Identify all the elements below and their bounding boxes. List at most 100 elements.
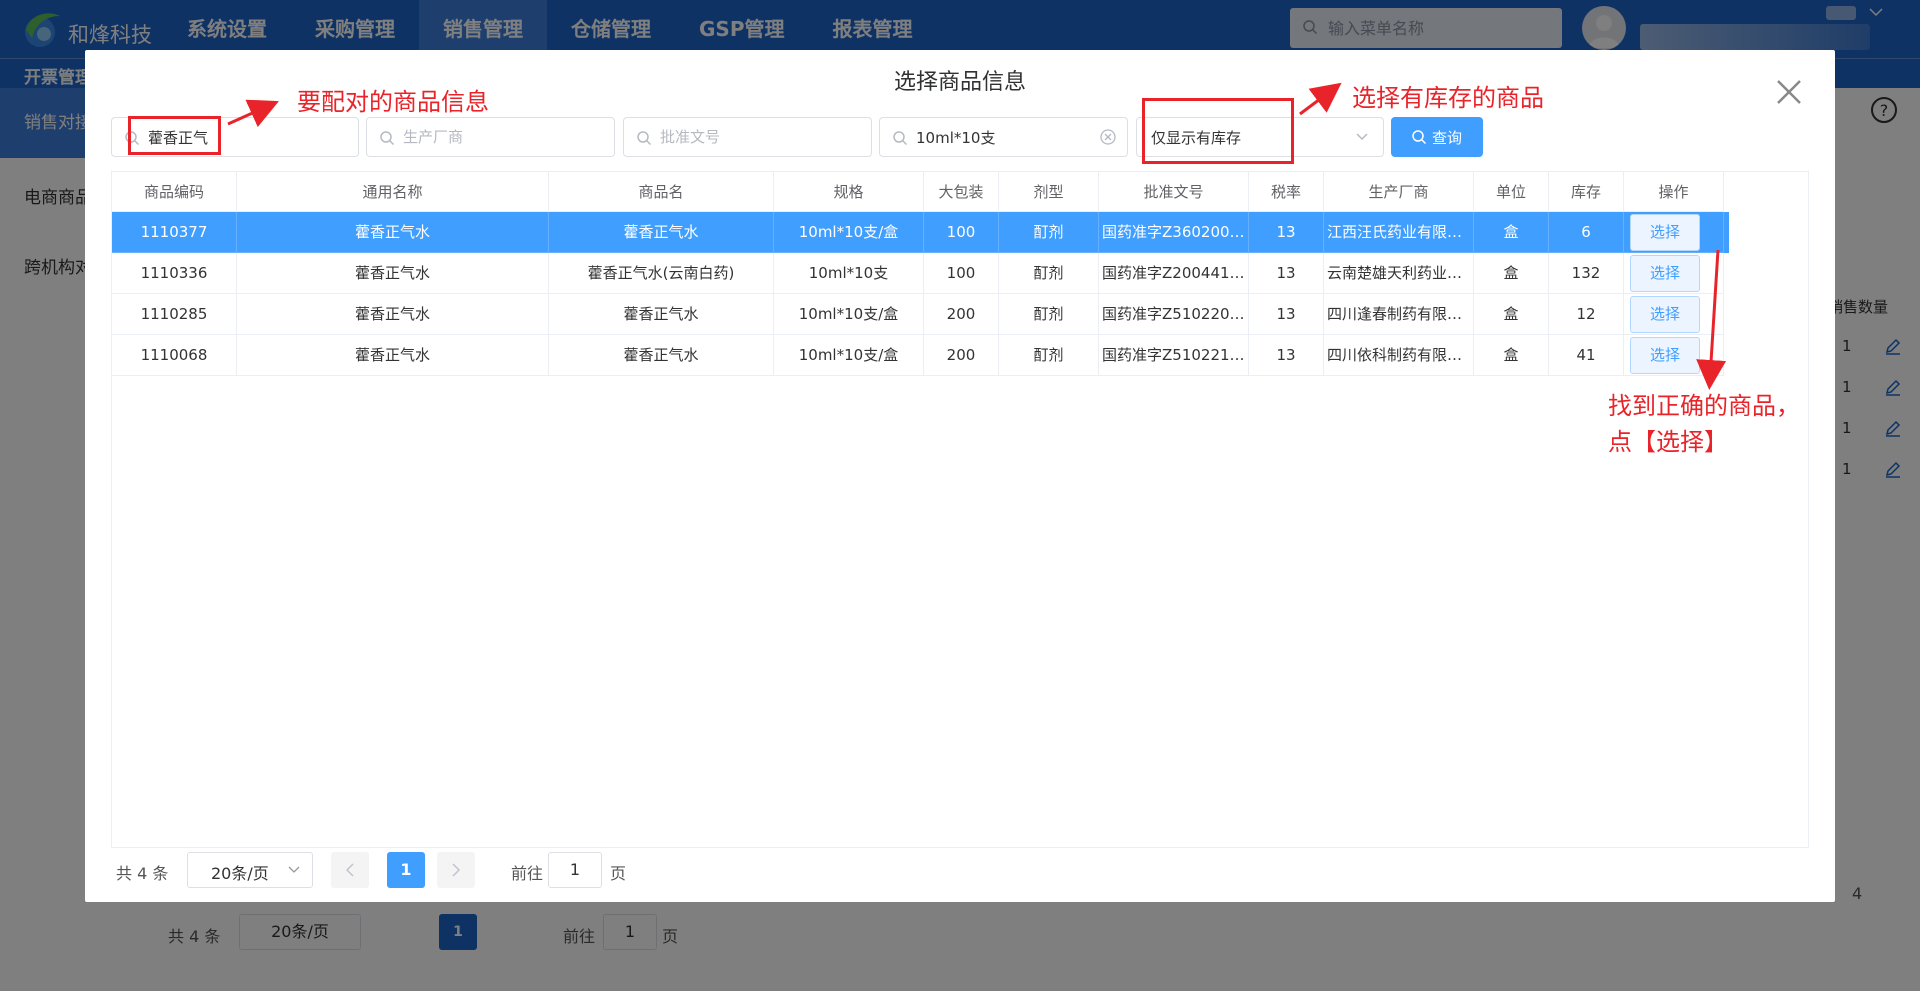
annotation-stock-tip: 选择有库存的商品: [1352, 84, 1544, 112]
cell-stock: 132: [1549, 253, 1624, 294]
cell-approval-number: 国药准字Z20044103: [1099, 253, 1249, 294]
pager-page-1[interactable]: 1: [387, 852, 425, 888]
select-button[interactable]: 选择: [1630, 214, 1700, 251]
table-row[interactable]: 1110336 藿香正气水 藿香正气水(云南白药) 10ml*10支 100 酊…: [112, 253, 1729, 294]
cell-action: 选择: [1624, 253, 1724, 294]
cell-manufacturer: 四川逢春制药有限公...: [1324, 294, 1474, 335]
col-stock: 库存: [1549, 172, 1624, 212]
select-button[interactable]: 选择: [1630, 255, 1700, 292]
cell-product-name: 藿香正气水: [549, 335, 774, 376]
col-approval-number: 批准文号: [1099, 172, 1249, 212]
cell-package: 200: [924, 294, 999, 335]
cell-stock: 12: [1549, 294, 1624, 335]
annotation-select-tip-2: 点【选择】: [1608, 428, 1728, 456]
cell-generic-name: 藿香正气水: [237, 212, 549, 253]
col-spec: 规格: [774, 172, 924, 212]
query-button-label: 查询: [1432, 129, 1463, 147]
annotation-box-stock: [1142, 98, 1294, 164]
cell-dosage-form: 酊剂: [999, 212, 1099, 253]
query-button[interactable]: 查询: [1391, 117, 1483, 157]
cell-action: 选择: [1624, 212, 1724, 253]
clear-icon[interactable]: [1099, 128, 1117, 146]
pager-size-value: 20条/页: [211, 864, 269, 883]
cell-unit: 盒: [1474, 212, 1549, 253]
select-button[interactable]: 选择: [1630, 337, 1700, 374]
col-product-code: 商品编码: [112, 172, 237, 212]
col-generic-name: 通用名称: [237, 172, 549, 212]
table-row[interactable]: 1110285 藿香正气水 藿香正气水 10ml*10支/盒 200 酊剂 国药…: [112, 294, 1729, 335]
cell-spec: 10ml*10支: [774, 253, 924, 294]
manufacturer-field: [366, 117, 615, 157]
search-icon: [380, 131, 395, 146]
approval-number-field: [623, 117, 872, 157]
col-product-name: 商品名: [549, 172, 774, 212]
cell-stock: 41: [1549, 335, 1624, 376]
search-icon: [1412, 130, 1427, 145]
table-row[interactable]: 1110377 藿香正气水 藿香正气水 10ml*10支/盒 100 酊剂 国药…: [112, 212, 1729, 253]
annotation-select-tip-1: 找到正确的商品，: [1608, 392, 1800, 420]
cell-dosage-form: 酊剂: [999, 335, 1099, 376]
pager-prev-button[interactable]: [331, 852, 369, 888]
cell-product-name: 藿香正气水: [549, 212, 774, 253]
col-package: 大包装: [924, 172, 999, 212]
spec-input[interactable]: [916, 118, 1086, 156]
pager-goto-unit: 页: [610, 864, 627, 883]
table-row[interactable]: 1110068 藿香正气水 藿香正气水 10ml*10支/盒 200 酊剂 国药…: [112, 335, 1729, 376]
pager-goto-label: 前往: [511, 864, 544, 883]
cell-approval-number: 国药准字Z51022126: [1099, 335, 1249, 376]
cell-product-name: 藿香正气水(云南白药): [549, 253, 774, 294]
annotation-box-name: [128, 116, 221, 155]
search-icon: [893, 131, 908, 146]
cell-package: 100: [924, 212, 999, 253]
cell-manufacturer: 云南楚雄天利药业有...: [1324, 253, 1474, 294]
cell-unit: 盒: [1474, 335, 1549, 376]
cell-product-code: 1110068: [112, 335, 237, 376]
cell-stock: 6: [1549, 212, 1624, 253]
cell-tax-rate: 13: [1249, 294, 1324, 335]
cell-tax-rate: 13: [1249, 253, 1324, 294]
manufacturer-input[interactable]: [403, 118, 603, 156]
spec-field: [879, 117, 1128, 157]
close-icon[interactable]: [1775, 78, 1803, 106]
table-header: 商品编码 通用名称 商品名 规格 大包装 剂型 批准文号 税率 生产厂商 单位 …: [112, 172, 1829, 212]
cell-action: 选择: [1624, 335, 1724, 376]
col-dosage-form: 剂型: [999, 172, 1099, 212]
select-button[interactable]: 选择: [1630, 296, 1700, 333]
col-unit: 单位: [1474, 172, 1549, 212]
cell-spec: 10ml*10支/盒: [774, 294, 924, 335]
cell-action: 选择: [1624, 294, 1724, 335]
cell-dosage-form: 酊剂: [999, 294, 1099, 335]
cell-unit: 盒: [1474, 253, 1549, 294]
cell-product-name: 藿香正气水: [549, 294, 774, 335]
col-tax-rate: 税率: [1249, 172, 1324, 212]
cell-approval-number: 国药准字Z51022052: [1099, 294, 1249, 335]
cell-package: 200: [924, 335, 999, 376]
cell-tax-rate: 13: [1249, 212, 1324, 253]
pager-goto-input[interactable]: 1: [548, 852, 602, 888]
pager-size-select[interactable]: 20条/页: [187, 852, 313, 888]
cell-approval-number: 国药准字Z36020055: [1099, 212, 1249, 253]
cell-product-code: 1110336: [112, 253, 237, 294]
chevron-left-icon: [345, 863, 354, 877]
cell-manufacturer: 江西汪氏药业有限公...: [1324, 212, 1474, 253]
cell-generic-name: 藿香正气水: [237, 253, 549, 294]
cell-generic-name: 藿香正气水: [237, 294, 549, 335]
cell-dosage-form: 酊剂: [999, 253, 1099, 294]
product-table: 商品编码 通用名称 商品名 规格 大包装 剂型 批准文号 税率 生产厂商 单位 …: [111, 171, 1809, 848]
cell-product-code: 1110377: [112, 212, 237, 253]
cell-spec: 10ml*10支/盒: [774, 335, 924, 376]
pager-next-button[interactable]: [437, 852, 475, 888]
select-product-dialog: 选择商品信息 仅显示有库存 查询 商品编码 通用名称 商品名 规格 大包装 剂型: [85, 50, 1835, 902]
cell-spec: 10ml*10支/盒: [774, 212, 924, 253]
col-action: 操作: [1624, 172, 1724, 212]
approval-number-input[interactable]: [660, 118, 860, 156]
cell-product-code: 1110285: [112, 294, 237, 335]
pager-total: 共 4 条: [116, 864, 169, 883]
chevron-down-icon: [1356, 133, 1368, 141]
chevron-down-icon: [288, 866, 300, 873]
cell-manufacturer: 四川依科制药有限公...: [1324, 335, 1474, 376]
annotation-match-info: 要配对的商品信息: [297, 88, 489, 116]
cell-package: 100: [924, 253, 999, 294]
chevron-right-icon: [452, 863, 461, 877]
cell-unit: 盒: [1474, 294, 1549, 335]
